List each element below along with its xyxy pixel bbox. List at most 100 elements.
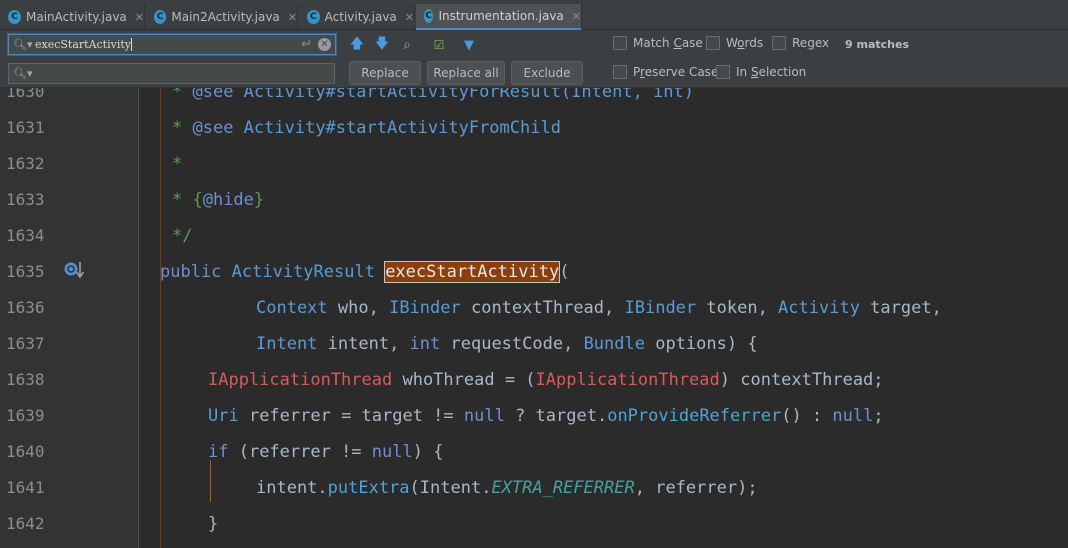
- type-name: Context: [256, 298, 328, 318]
- search-match-highlight: execStartActivity: [384, 261, 561, 283]
- code-text: requestCode,: [440, 334, 584, 354]
- tab-main2activity[interactable]: C Main2Activity.java ✕: [146, 4, 298, 30]
- code-text: ;: [873, 406, 884, 426]
- line-number: 1630: [6, 88, 45, 101]
- keyword: int: [409, 334, 441, 354]
- editor-tab-bar: C MainActivity.java ✕ C Main2Activity.ja…: [0, 0, 1068, 31]
- code-text: contextThread,: [460, 298, 625, 318]
- unresolved-type: IApplicationThread: [208, 370, 393, 390]
- doc-comment: *: [172, 154, 183, 174]
- doc-tag: @hide: [202, 190, 254, 210]
- option-label: In: [736, 65, 751, 79]
- search-history-icon[interactable]: 🔍︎▾: [13, 38, 35, 51]
- code-text: options) {: [644, 334, 758, 354]
- close-icon[interactable]: ✕: [572, 10, 581, 23]
- code-text: ) {: [412, 442, 444, 462]
- match-case-checkbox[interactable]: Match Case: [613, 36, 703, 50]
- option-mnemonic: S: [750, 65, 759, 79]
- preserve-case-checkbox[interactable]: Preserve Case: [613, 65, 718, 79]
- option-label: ase: [681, 36, 703, 50]
- tab-activity[interactable]: C Activity.java ✕: [299, 4, 415, 30]
- option-label: election: [758, 65, 807, 79]
- tab-label: Activity.java: [324, 10, 397, 24]
- code-line-1631: * @see Activity#startActivityFromChild: [172, 110, 561, 146]
- java-class-icon: C: [8, 10, 21, 24]
- replace-input[interactable]: 🔍︎▾: [8, 63, 335, 84]
- code-text: (: [559, 262, 570, 282]
- unresolved-type: IApplicationThread: [535, 370, 720, 390]
- option-label: Re: [792, 36, 808, 50]
- code-text: target,: [859, 298, 942, 318]
- checkbox-box[interactable]: [613, 65, 627, 79]
- select-all-occurrences-icon[interactable]: ☑: [430, 36, 448, 54]
- filter-icon[interactable]: ▼: [460, 36, 478, 54]
- words-checkbox[interactable]: Words: [706, 36, 763, 50]
- keyword: if: [208, 442, 229, 462]
- replace-history-icon[interactable]: 🔍︎▾: [13, 67, 35, 80]
- option-mnemonic: C: [673, 36, 682, 50]
- code-text: }: [208, 514, 219, 534]
- checkbox-box[interactable]: [772, 36, 786, 50]
- option-mnemonic: o: [737, 36, 745, 50]
- regex-checkbox[interactable]: Regex: [772, 36, 829, 50]
- doc-comment: *: [172, 88, 193, 102]
- clear-search-icon[interactable]: ✕: [318, 38, 331, 51]
- override-method-icon[interactable]: [63, 259, 85, 281]
- checkbox-box[interactable]: [706, 36, 720, 50]
- line-number: 1633: [6, 190, 45, 209]
- code-text: () :: [781, 406, 833, 426]
- code-text: , referrer);: [634, 478, 758, 498]
- option-label: eserve Case: [644, 65, 719, 79]
- type-name: Bundle: [583, 334, 645, 354]
- option-label: ex: [814, 36, 830, 50]
- replace-all-button[interactable]: Replace all: [427, 61, 505, 85]
- code-line-1632: *: [172, 146, 182, 182]
- code-text: (Intent.: [409, 478, 492, 498]
- checkbox-box[interactable]: [716, 65, 730, 79]
- option-label: rds: [744, 36, 764, 50]
- in-selection-checkbox[interactable]: In Selection: [716, 65, 806, 79]
- code-line-1635: public ActivityResult execStartActivity(: [160, 254, 569, 290]
- tab-label: Main2Activity.java: [171, 10, 280, 24]
- doc-comment: * {: [172, 190, 203, 210]
- tab-instrumentation[interactable]: C Instrumentation.java ✕: [416, 4, 582, 31]
- line-number: 1634: [6, 226, 45, 245]
- code-line-1630: * @see Activity#startActivityForResult(I…: [172, 88, 694, 110]
- close-icon[interactable]: ✕: [288, 11, 297, 24]
- checkbox-box[interactable]: [613, 36, 627, 50]
- next-occurrence-icon[interactable]: 🡇: [373, 36, 391, 54]
- gutter-divider: [138, 88, 139, 548]
- line-number: 1637: [6, 334, 45, 353]
- option-mnemonic: g: [807, 36, 815, 50]
- java-class-icon: C: [154, 10, 167, 24]
- close-icon[interactable]: ✕: [135, 11, 144, 24]
- close-icon[interactable]: ✕: [405, 11, 414, 24]
- line-number: 1639: [6, 406, 45, 425]
- search-input[interactable]: 🔍︎▾ execStartActivity ↵ ✕: [8, 34, 336, 55]
- code-line-1641: intent.putExtra(Intent.EXTRA_REFERRER, r…: [256, 470, 758, 506]
- find-all-occurrences-icon[interactable]: ⌕: [398, 36, 416, 54]
- multiline-enter-icon[interactable]: ↵: [301, 37, 312, 52]
- text-caret: [131, 38, 132, 52]
- tab-mainactivity[interactable]: C MainActivity.java ✕: [0, 4, 145, 30]
- type-name: Uri: [208, 406, 239, 426]
- code-line-1640: if (referrer != null) {: [208, 434, 443, 470]
- previous-occurrence-icon[interactable]: 🡅: [348, 36, 366, 54]
- indent-guide: [160, 88, 161, 548]
- code-line-1633: * {@hide}: [172, 182, 264, 218]
- option-label: Match: [633, 36, 674, 50]
- line-number: 1641: [6, 478, 45, 497]
- code-editor[interactable]: 1630 1631 1632 1633 1634 1635 1636 1637 …: [0, 88, 1068, 548]
- replace-button[interactable]: Replace: [349, 61, 421, 85]
- keyword: public: [160, 262, 222, 282]
- type-name: IBinder: [624, 298, 697, 318]
- search-input-value: execStartActivity: [35, 37, 131, 51]
- type-name: ActivityResult: [221, 262, 386, 282]
- code-text: who,: [327, 298, 390, 318]
- code-text: ) contextThread;: [719, 370, 884, 390]
- exclude-button[interactable]: Exclude: [511, 61, 583, 85]
- line-number: 1640: [6, 442, 45, 461]
- option-label: W: [726, 36, 738, 50]
- code-text: token,: [696, 298, 779, 318]
- code-line-1639: Uri referrer = target != null ? target.o…: [208, 398, 884, 434]
